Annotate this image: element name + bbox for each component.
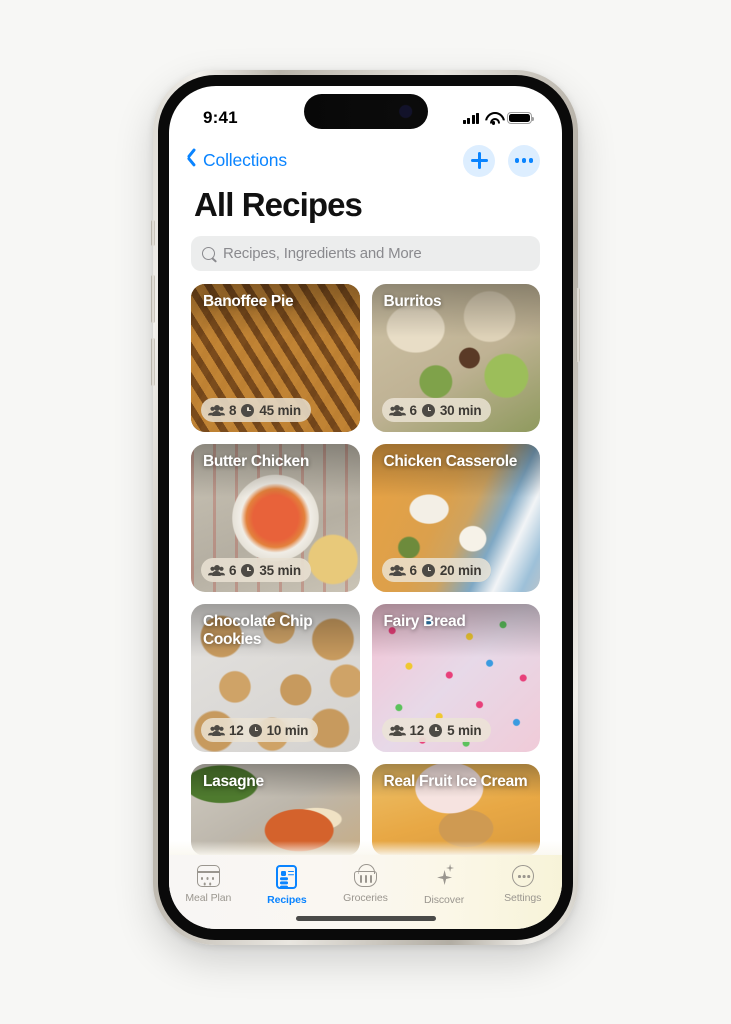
cellular-signal-icon (462, 112, 479, 124)
tab-settings[interactable]: Settings (483, 865, 562, 904)
recipe-grid: Banoffee Pie 8 45 min Burritos 6 30 min Butter… (191, 284, 540, 856)
search-placeholder: Recipes, Ingredients and More (223, 245, 422, 262)
screenshot-stage: 9:41 Collections All Recipes Recipes, In… (0, 0, 731, 1024)
recipe-grid-container: Banoffee Pie 8 45 min Burritos 6 30 min Butter… (169, 271, 562, 856)
people-icon (390, 724, 405, 736)
iphone-device-frame: 9:41 Collections All Recipes Recipes, In… (151, 70, 580, 945)
back-button-label: Collections (203, 150, 287, 170)
recipe-servings: 6 (409, 402, 418, 418)
more-circle-icon (511, 865, 534, 887)
device-screen: 9:41 Collections All Recipes Recipes, In… (169, 86, 562, 929)
people-icon (209, 564, 224, 576)
recipe-servings: 6 (409, 562, 418, 578)
tab-label: Settings (504, 892, 542, 904)
tab-label: Meal Plan (185, 892, 232, 904)
clock-icon (429, 723, 443, 737)
recipe-meta-badge: 6 35 min (201, 558, 311, 582)
search-input[interactable]: Recipes, Ingredients and More (191, 236, 540, 271)
people-icon (390, 564, 405, 576)
volume-up-button[interactable] (151, 275, 155, 323)
recipe-card[interactable]: Chicken Casserole 6 20 min (371, 444, 540, 592)
search-icon (202, 246, 216, 261)
status-bar-indicators (462, 111, 535, 125)
clock-icon (241, 403, 255, 417)
dynamic-island (303, 94, 428, 129)
power-button[interactable] (576, 288, 580, 362)
recipe-meta-badge: 8 45 min (201, 398, 311, 422)
sparkle-icon (432, 865, 456, 889)
recipe-time: 35 min (259, 562, 301, 578)
tab-meal-plan[interactable]: Meal Plan (169, 865, 248, 904)
add-recipe-button[interactable] (463, 144, 495, 177)
recipe-title: Real Fruit Ice Cream (383, 773, 528, 790)
clock-icon (248, 723, 262, 737)
recipe-time: 45 min (259, 402, 301, 418)
recipe-meta-badge: 12 5 min (381, 718, 492, 742)
recipe-card[interactable]: Burritos 6 30 min (371, 284, 540, 432)
recipe-title: Butter Chicken (203, 453, 310, 470)
recipe-title: Fairy Bread (383, 613, 466, 630)
clock-icon (421, 403, 435, 417)
recipe-servings: 6 (229, 562, 237, 578)
recipe-servings: 12 (229, 722, 244, 738)
search-container: Recipes, Ingredients and More (169, 224, 562, 271)
people-icon (390, 404, 405, 416)
recipe-time: 30 min (439, 402, 482, 418)
tab-label: Recipes (267, 894, 307, 906)
tab-label: Groceries (343, 892, 388, 904)
recipe-title: Burritos (383, 293, 442, 310)
recipe-title: Chocolate Chip Cookies (203, 613, 313, 649)
people-icon (209, 724, 224, 736)
chevron-left-icon (187, 151, 198, 170)
navigation-bar: Collections (169, 138, 562, 180)
recipe-meta-badge: 12 10 min (201, 718, 319, 742)
status-bar: 9:41 (169, 86, 562, 138)
recipe-servings: 12 (409, 722, 425, 738)
recipe-title: Lasagne (203, 773, 264, 790)
ellipsis-icon (515, 158, 533, 163)
tab-label: Discover (424, 894, 465, 906)
recipe-title: Banoffee Pie (203, 293, 294, 310)
wifi-icon (485, 112, 501, 125)
tab-discover[interactable]: Discover (405, 865, 484, 906)
action-button[interactable] (151, 220, 155, 246)
basket-icon (353, 871, 377, 887)
recipe-card[interactable]: Fairy Bread 12 5 min (371, 604, 540, 752)
recipe-meta-badge: 6 20 min (381, 558, 492, 582)
people-icon (209, 404, 224, 416)
volume-down-button[interactable] (151, 338, 155, 386)
recipe-time: 20 min (439, 562, 482, 578)
more-options-button[interactable] (508, 144, 540, 177)
recipe-servings: 8 (229, 402, 237, 418)
recipe-card[interactable]: Chocolate Chip Cookies 12 10 min (191, 604, 360, 752)
tab-recipes[interactable]: Recipes (248, 865, 327, 906)
tab-groceries[interactable]: Groceries (326, 865, 405, 904)
calendar-icon (196, 865, 220, 887)
document-icon (276, 865, 298, 889)
nav-actions (463, 144, 540, 177)
recipe-meta-badge: 6 30 min (381, 398, 492, 422)
recipe-time: 10 min (266, 722, 309, 738)
recipe-card[interactable]: Banoffee Pie 8 45 min (191, 284, 360, 432)
clock-icon (241, 563, 255, 577)
home-indicator[interactable] (295, 916, 436, 921)
page-title: All Recipes (194, 186, 363, 223)
battery-icon (507, 111, 535, 125)
device-bezel: 9:41 Collections All Recipes Recipes, In… (158, 75, 573, 940)
plus-icon (470, 152, 488, 169)
recipe-time: 5 min (447, 722, 482, 738)
status-bar-time: 9:41 (203, 108, 238, 127)
recipe-card[interactable]: Butter Chicken 6 35 min (191, 444, 360, 592)
back-button[interactable]: Collections (187, 150, 287, 171)
clock-icon (421, 563, 435, 577)
recipe-title: Chicken Casserole (383, 453, 518, 470)
